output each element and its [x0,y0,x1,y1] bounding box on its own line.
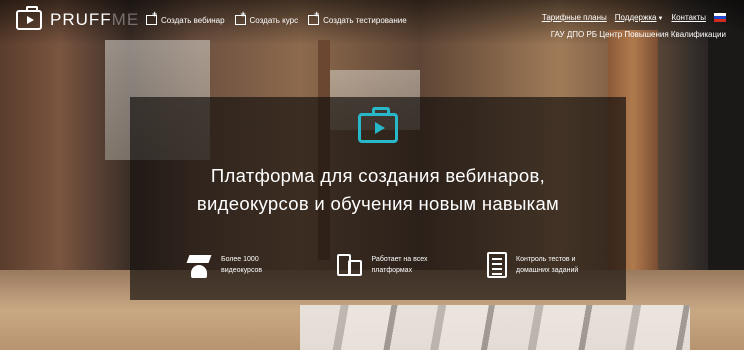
create-course-label: Создать курс [249,15,299,25]
hero-panel: Платформа для создания вебинаров, видеок… [130,97,626,300]
feature-item: Работает на всех платформах [336,252,442,278]
feature-text: Более 1000 видеокурсов [221,256,263,274]
top-nav: Создать вебинар Создать курс Создать тес… [146,9,407,25]
logo-text-faded: ME [111,10,140,29]
add-icon [308,9,319,25]
organization-name: ГАУ ДПО РБ Центр Повышения Квалификации [550,30,726,39]
feature-text: Работает на всех платформах [371,256,428,274]
add-icon [146,9,157,25]
hero-headline-line2: видеокурсов и обучения новым навыкам [196,193,560,214]
create-webinar-link[interactable]: Создать вебинар [146,9,225,25]
feature-list: Более 1000 видеокурсов Работает на всех … [186,252,586,278]
support-dropdown[interactable]: Поддержка▼ [615,13,664,22]
pricing-link[interactable]: Тарифные планы [542,13,607,22]
background-papers [300,305,690,350]
hero-headline: Платформа для создания вебинаров, видеок… [130,162,626,218]
devices-icon [336,252,363,278]
logo-text-main: PRUFF [50,10,112,29]
feature-item: Контроль тестов и домашних заданий [487,252,586,278]
feature-text: Контроль тестов и домашних заданий [516,256,579,274]
briefcase-play-icon [358,107,398,143]
site-header: PRUFFME Создать вебинар Создать курс Соз… [0,0,744,44]
right-nav: Тарифные планы Поддержка▼ Контакты [542,13,726,22]
briefcase-play-icon [16,6,42,30]
chevron-down-icon: ▼ [657,16,664,22]
graduate-icon [186,252,212,278]
contacts-link[interactable]: Контакты [671,13,706,22]
russian-flag-icon[interactable] [714,13,726,22]
create-test-link[interactable]: Создать тестирование [308,9,407,25]
logo[interactable]: PRUFFME [16,6,139,30]
add-icon [234,9,246,25]
support-link[interactable]: Поддержка [615,13,657,22]
logo-text: PRUFFME [50,10,139,30]
create-course-link[interactable]: Создать курс [234,9,299,25]
feature-item: Более 1000 видеокурсов [186,252,291,278]
create-test-label: Создать тестирование [323,15,407,25]
checklist-icon [487,252,507,278]
hero-headline-line1: Платформа для создания вебинаров, [210,165,546,186]
create-webinar-label: Создать вебинар [161,15,225,25]
